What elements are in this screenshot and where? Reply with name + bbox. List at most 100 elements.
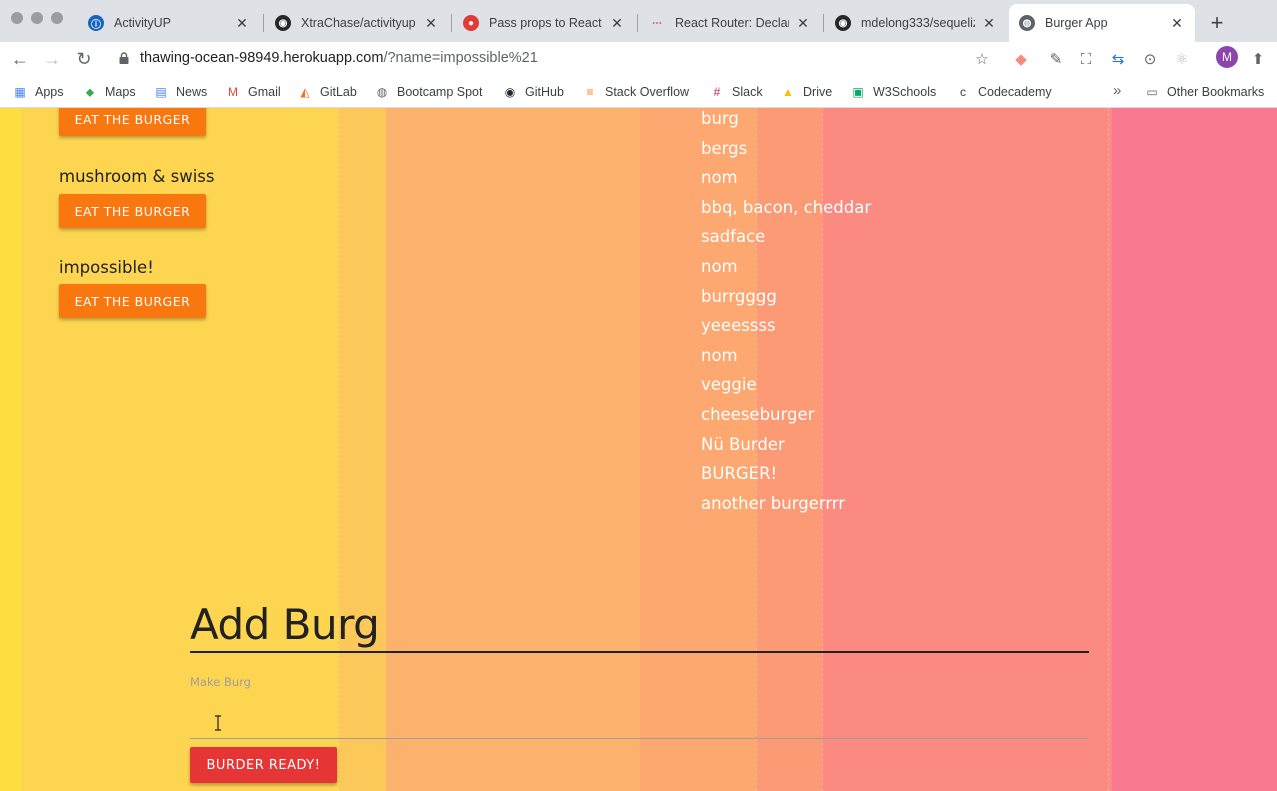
bookmark-label: W3Schools xyxy=(873,85,937,99)
tab-pass-props-react[interactable]: ● Pass props to React R ✕ xyxy=(453,6,635,40)
eaten-burger-item: cheeseburger xyxy=(701,404,815,424)
bookmark-label: GitLab xyxy=(320,85,357,99)
news-icon: ▤ xyxy=(155,85,167,99)
close-tab-icon[interactable]: ✕ xyxy=(795,15,811,32)
burger-app-page: EAT THE BURGER mushroom & swiss EAT THE … xyxy=(0,108,1277,791)
more-bookmarks-button[interactable]: » xyxy=(1113,82,1121,99)
screenshot-extension-icon[interactable]: ⛶ xyxy=(1075,48,1097,70)
bookmark-label: Maps xyxy=(105,85,136,99)
extension-icon[interactable]: ◆ xyxy=(1010,48,1032,70)
close-tab-icon[interactable]: ✕ xyxy=(234,15,250,32)
chrome-menu-icon[interactable]: ⬆ xyxy=(1247,48,1269,70)
zoom-window-button[interactable] xyxy=(51,12,63,24)
bookmark-apps[interactable]: ▦ Apps xyxy=(12,82,64,102)
bookmark-label: Apps xyxy=(35,85,64,99)
burger-name-input[interactable] xyxy=(190,700,1088,739)
eaten-burger-item: yeeessss xyxy=(701,316,776,336)
profile-avatar[interactable]: M xyxy=(1216,46,1238,68)
form-title-divider xyxy=(190,651,1089,653)
url-host: thawing-ocean-98949.herokuapp.com xyxy=(140,50,384,66)
back-button[interactable]: ← xyxy=(8,47,32,71)
bookmark-stack-overflow[interactable]: ≡ Stack Overflow xyxy=(582,82,689,102)
tab-react-router[interactable]: ⋯ React Router: Declara ✕ xyxy=(639,6,821,40)
browser-tabstrip: ⓘ ActivityUP ✕ ◉ XtraChase/activityup ✕ … xyxy=(0,0,1277,42)
close-window-button[interactable] xyxy=(11,12,23,24)
eaten-burger-item: nom xyxy=(701,168,738,188)
folder-icon: ▭ xyxy=(1146,85,1158,99)
tab-activityup[interactable]: ⓘ ActivityUP ✕ xyxy=(78,6,260,40)
bookmark-news[interactable]: ▤ News xyxy=(153,82,207,102)
close-tab-icon[interactable]: ✕ xyxy=(1169,15,1185,32)
bookmark-star-icon[interactable]: ☆ xyxy=(971,48,993,70)
github-icon: ◉ xyxy=(835,15,851,31)
tab-title: Pass props to React R xyxy=(489,16,603,30)
close-tab-icon[interactable]: ✕ xyxy=(981,15,997,32)
react-training-icon: ● xyxy=(463,15,479,31)
forward-button[interactable]: → xyxy=(40,47,64,71)
tab-title: mdelong333/sequeliz xyxy=(861,16,975,30)
minimize-window-button[interactable] xyxy=(31,12,43,24)
github-icon: ◉ xyxy=(504,85,516,99)
submit-burger-button[interactable]: BURDER READY! xyxy=(190,747,337,783)
url-path: /?name=impossible%21 xyxy=(383,50,538,66)
address-bar[interactable]: thawing-ocean-98949.herokuapp.com/?name=… xyxy=(140,50,538,66)
globe-icon: ◍ xyxy=(376,85,388,99)
eaten-burger-item: BURGER! xyxy=(701,464,778,484)
codecademy-icon: c xyxy=(960,85,966,99)
new-tab-button[interactable]: + xyxy=(1207,10,1227,36)
eaten-burger-item: veggie xyxy=(701,375,757,395)
eaten-burger-item: sadface xyxy=(701,227,766,247)
eaten-burger-item: burrgggg xyxy=(701,286,777,306)
bookmark-label: Bootcamp Spot xyxy=(397,85,483,99)
maps-icon: ⬥ xyxy=(85,84,95,99)
eaten-burger-item: another burgerrrr xyxy=(701,493,846,513)
tab-burger-app[interactable]: ◍ Burger App ✕ xyxy=(1009,4,1195,42)
bookmark-label: Stack Overflow xyxy=(605,85,690,99)
bookmark-github[interactable]: ◉ GitHub xyxy=(502,82,564,102)
close-tab-icon[interactable]: ✕ xyxy=(609,15,625,32)
bookmark-slack[interactable]: # Slack xyxy=(709,82,763,102)
stackoverflow-icon: ≡ xyxy=(586,85,594,99)
eat-burger-button[interactable]: EAT THE BURGER xyxy=(59,108,206,136)
eat-burger-button[interactable]: EAT THE BURGER xyxy=(59,284,206,318)
drive-icon: ▲ xyxy=(782,85,794,99)
sync-extension-icon[interactable]: ⇆ xyxy=(1107,48,1129,70)
bookmarks-bar: ▦ Apps ⬥ Maps ▤ News M Gmail ◭ GitLab ◍ … xyxy=(0,76,1277,108)
other-bookmarks-folder[interactable]: ▭ Other Bookmarks xyxy=(1144,82,1264,102)
bookmark-label: GitHub xyxy=(525,85,564,99)
eat-burger-button[interactable]: EAT THE BURGER xyxy=(59,194,206,228)
gmail-icon: M xyxy=(228,85,238,99)
bookmark-label: Codecademy xyxy=(978,85,1052,99)
devtools-extension-icon[interactable]: ⊙ xyxy=(1139,48,1161,70)
react-devtools-icon[interactable]: ⚛ xyxy=(1171,48,1193,70)
eaten-burger-item: nom xyxy=(701,256,738,276)
form-title: Add Burg xyxy=(190,600,380,649)
tab-mdelong-sequelize[interactable]: ◉ mdelong333/sequeliz ✕ xyxy=(825,6,1007,40)
bookmark-bootcamp-spot[interactable]: ◍ Bootcamp Spot xyxy=(374,82,483,102)
tab-title: XtraChase/activityup xyxy=(301,16,416,30)
eaten-burger-item: burg xyxy=(701,109,739,128)
reload-button[interactable]: ↻ xyxy=(72,47,96,71)
bookmark-label: Other Bookmarks xyxy=(1167,85,1265,99)
lock-icon xyxy=(119,52,129,64)
text-cursor-icon xyxy=(215,715,221,731)
bookmark-codecademy[interactable]: c Codecademy xyxy=(955,82,1052,102)
w3schools-icon: ▣ xyxy=(852,85,864,99)
eyedropper-extension-icon[interactable]: ✎ xyxy=(1045,48,1067,70)
tab-title: Burger App xyxy=(1045,16,1108,30)
bookmark-w3schools[interactable]: ▣ W3Schools xyxy=(850,82,936,102)
activityup-icon: ⓘ xyxy=(88,15,104,31)
bookmark-gitlab[interactable]: ◭ GitLab xyxy=(297,82,357,102)
eaten-burgers-list: burg bergs nom bbq, bacon, cheddar sadfa… xyxy=(701,108,871,518)
close-tab-icon[interactable]: ✕ xyxy=(423,15,439,32)
bookmark-drive[interactable]: ▲ Drive xyxy=(780,82,832,102)
eaten-burger-item: Nü Burder xyxy=(701,434,785,454)
bookmark-gmail[interactable]: M Gmail xyxy=(225,82,281,102)
bookmark-label: News xyxy=(176,85,208,99)
make-burg-label: Make Burg xyxy=(190,675,251,689)
eaten-burger-item: nom xyxy=(701,345,738,365)
tab-xtrachase-activityup[interactable]: ◉ XtraChase/activityup ✕ xyxy=(265,6,449,40)
bookmark-maps[interactable]: ⬥ Maps xyxy=(82,82,136,102)
github-icon: ◉ xyxy=(275,15,291,31)
tab-title: ActivityUP xyxy=(114,16,171,30)
